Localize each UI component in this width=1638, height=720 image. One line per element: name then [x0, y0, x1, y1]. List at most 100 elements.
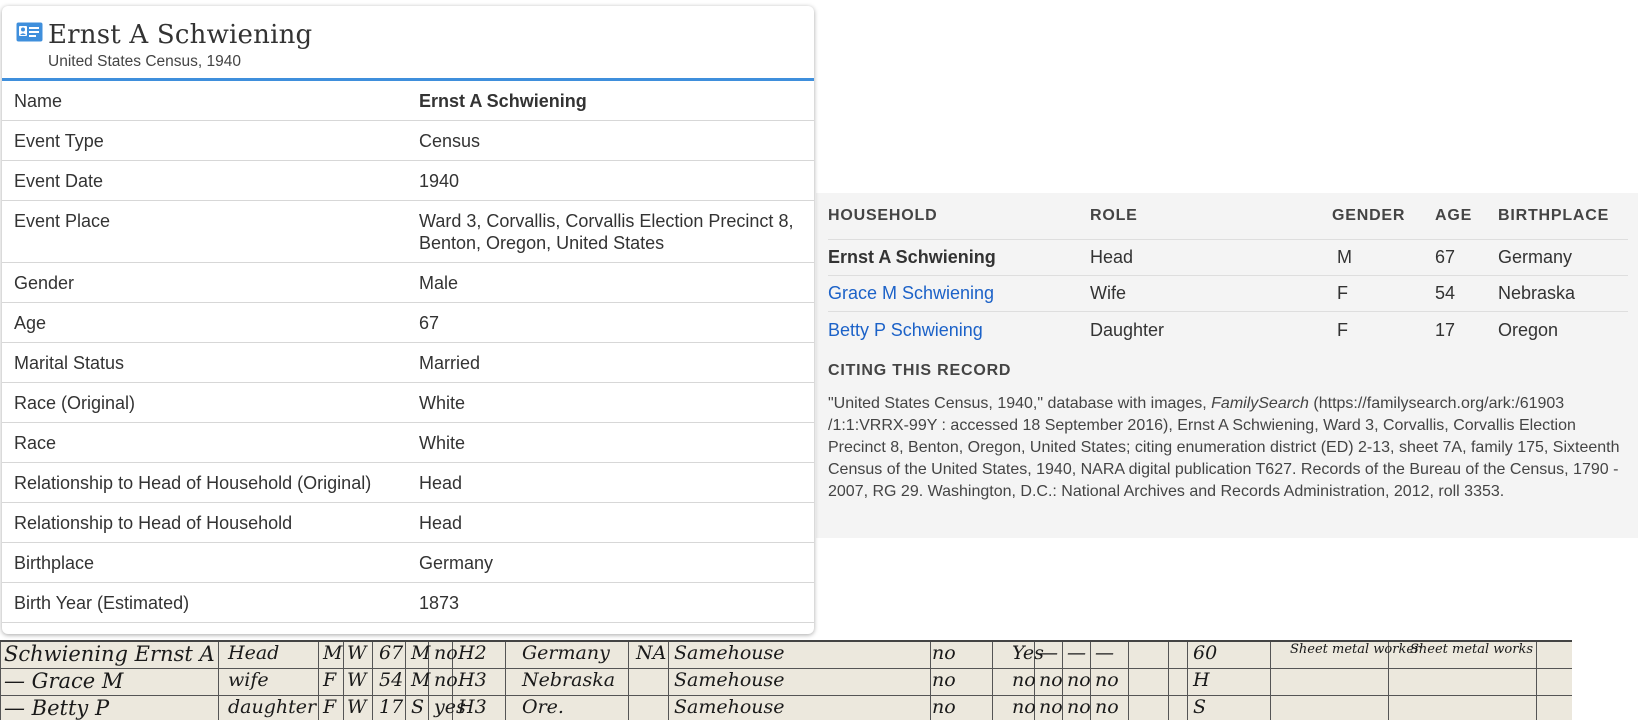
census-handwriting: F	[323, 696, 337, 718]
household-age: 67	[1435, 247, 1456, 267]
household-role: Wife	[1090, 283, 1126, 303]
household-age: 54	[1435, 283, 1456, 303]
field-label: Relationship to Head of Household (Origi…	[14, 473, 372, 493]
census-handwriting: Samehouse	[674, 669, 785, 691]
record-field-row: Race (Original) White	[2, 383, 814, 423]
census-handwriting: H2	[458, 642, 487, 664]
household-gender: F	[1337, 319, 1348, 340]
census-handwriting: W	[347, 696, 367, 718]
household-role: Head	[1090, 247, 1134, 267]
census-handwriting: Nebraska	[522, 669, 616, 691]
census-handwriting: NA	[636, 642, 667, 664]
record-card: Ernst A Schwiening United States Census,…	[2, 6, 814, 634]
citation-text-before: "United States Census, 1940," database w…	[828, 395, 1212, 412]
field-value: White	[419, 393, 466, 413]
census-handwriting: wife	[228, 669, 269, 691]
header-role: ROLE	[1090, 207, 1138, 224]
census-handwriting: — Grace M	[4, 669, 124, 693]
census-handwriting: S	[1193, 696, 1207, 718]
citation-text: "United States Census, 1940," database w…	[828, 393, 1628, 503]
census-image-row: — Grace Mwife F W 54 Mno H3 Nebraska Samehouse n…	[0, 669, 1572, 696]
field-label: Gender	[14, 273, 75, 293]
census-handwriting: Head	[228, 642, 280, 664]
census-image-row: — Betty Pdaughter F W 17 Syes H3 Ore. Samehouse…	[0, 696, 1572, 720]
household-age: 17	[1435, 319, 1456, 340]
census-handwriting: —	[1095, 642, 1114, 664]
field-label: Event Type	[14, 131, 104, 151]
record-field-row: Birth Year (Estimated) 1873	[2, 583, 814, 623]
census-handwriting: M	[411, 642, 431, 664]
census-handwriting: M	[323, 642, 343, 664]
field-value: Ernst A Schwiening	[419, 91, 587, 111]
census-handwriting: no	[1012, 669, 1036, 691]
census-handwriting: no	[1095, 696, 1119, 718]
household-gender: M	[1337, 247, 1352, 267]
census-handwriting: no	[1039, 669, 1063, 691]
census-handwriting: 17	[379, 696, 404, 718]
field-value: Head	[419, 513, 463, 533]
household-birthplace: Nebraska	[1498, 283, 1576, 303]
household-member-link[interactable]: Grace M Schwiening	[828, 283, 1090, 304]
field-label: Name	[14, 91, 63, 111]
field-value: Same House	[419, 632, 802, 634]
census-image[interactable]: Schwiening Ernst A Head M W 67 Mno H2 Germany NA…	[0, 640, 1572, 720]
household-member-name: Ernst A Schwiening	[828, 247, 996, 267]
household-role: Daughter	[1090, 319, 1165, 340]
card-header: Ernst A Schwiening United States Census,…	[2, 6, 814, 81]
census-handwriting: 54	[379, 669, 404, 691]
census-handwriting: M	[411, 669, 431, 691]
record-field-row: Event Place Ward 3, Corvallis, Corvallis …	[2, 201, 814, 263]
record-field-row: Relationship to Head of Household (Origi…	[2, 463, 814, 503]
census-handwriting: Sheet metal works	[1410, 642, 1534, 657]
census-handwriting: daughter	[228, 696, 317, 718]
header-birthplace: BIRTHPLACE	[1498, 207, 1610, 224]
record-field-row: Name Ernst A Schwiening	[2, 81, 814, 121]
census-handwriting: —	[1067, 642, 1086, 664]
census-handwriting: Schwiening Ernst A	[4, 642, 215, 666]
field-value: White	[419, 433, 466, 453]
census-handwriting: S	[411, 696, 425, 718]
field-value: Male	[419, 273, 459, 293]
field-label: Race	[14, 433, 57, 453]
census-handwriting: no	[434, 669, 458, 691]
field-value: Ward 3, Corvallis, Corvallis Election Pr…	[419, 211, 794, 253]
field-value: Census	[419, 131, 481, 151]
field-label: Age	[14, 313, 47, 333]
field-value: 1873	[419, 593, 460, 613]
census-handwriting: —	[1039, 642, 1058, 664]
field-label: Marital Status	[14, 353, 125, 373]
census-handwriting: H3	[458, 696, 487, 718]
household-gender: F	[1337, 283, 1348, 303]
household-row: Grace M Schwiening Wife F 54 Nebraska	[828, 276, 1628, 312]
header-gender: GENDER	[1332, 207, 1406, 224]
census-handwriting: no	[1095, 669, 1119, 691]
field-value: Head	[419, 473, 463, 493]
field-value: 1940	[419, 171, 460, 191]
field-label: Event Date	[14, 171, 104, 191]
record-fields: Name Ernst A Schwiening Event Type Census Ev…	[2, 81, 814, 634]
record-field-row: Event Date 1940	[2, 161, 814, 201]
census-handwriting: no	[1067, 696, 1091, 718]
record-field-row: Last Place of ResidenceSame House	[2, 623, 814, 634]
field-value: Married	[419, 353, 481, 373]
household-row: Ernst A Schwiening Head M 67 Germany	[828, 240, 1628, 276]
census-handwriting: 67	[379, 642, 404, 664]
census-handwriting: no	[1067, 669, 1091, 691]
household-table: HOUSEHOLD ROLE GENDER AGE BIRTHPLACE Ern…	[828, 193, 1628, 348]
census-handwriting: W	[347, 669, 367, 691]
household-member-link[interactable]: Betty P Schwiening	[828, 320, 1090, 341]
record-title: Ernst A Schwiening	[48, 20, 313, 50]
header-age: AGE	[1435, 207, 1473, 224]
household-birthplace: Germany	[1498, 247, 1573, 267]
record-field-row: Age 67	[2, 303, 814, 343]
field-value: Germany	[419, 553, 494, 573]
header-household: HOUSEHOLD	[828, 207, 938, 224]
citation-title: CITING THIS RECORD	[828, 362, 1012, 379]
census-handwriting: W	[347, 642, 367, 664]
record-card-icon	[16, 22, 43, 42]
record-field-row: Birthplace Germany	[2, 543, 814, 583]
household-birthplace: Oregon	[1498, 319, 1559, 340]
census-handwriting: no	[932, 669, 956, 691]
census-handwriting: 60	[1193, 642, 1218, 664]
census-image-row: Schwiening Ernst A Head M W 67 Mno H2 Germany NA…	[0, 642, 1572, 669]
